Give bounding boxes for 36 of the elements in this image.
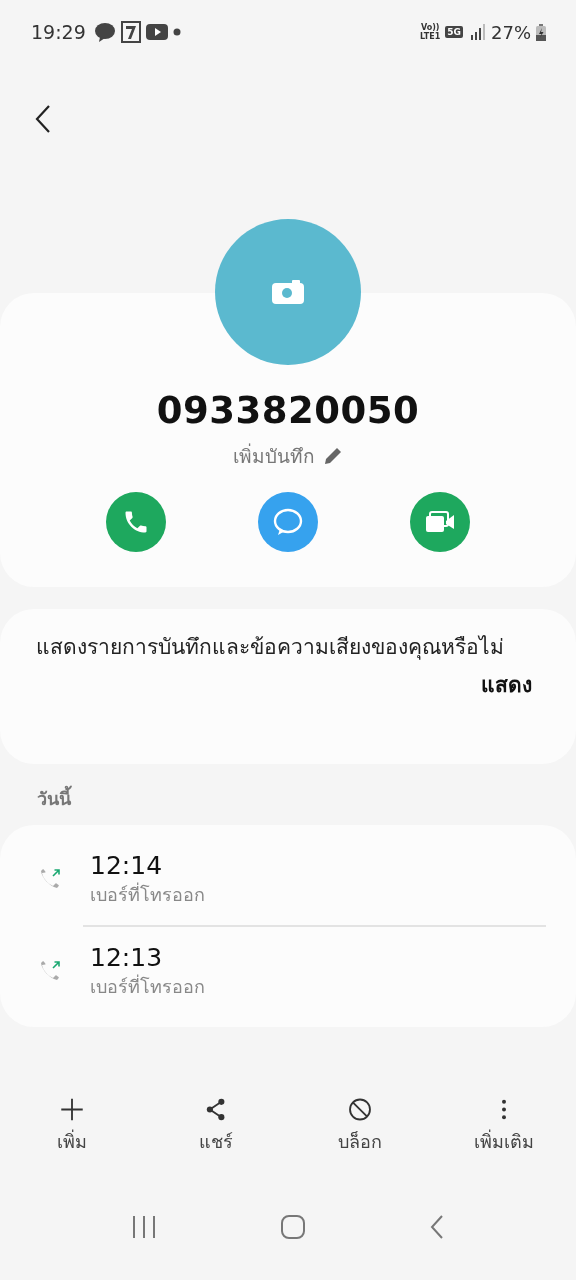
video-button[interactable] [410,492,470,552]
notification-dot-icon [172,28,181,36]
status-time: 19:29 [31,21,86,43]
network-label: 5G [445,26,463,38]
pencil-icon [323,446,343,466]
call-time: 12:14 [90,851,164,880]
phone-number: 0933820050 [156,389,420,432]
call-type-label: เบอร์ที่โทรออก [90,973,205,999]
call-button[interactable] [106,492,166,552]
section-header: วันนี้ [0,764,576,825]
block-button[interactable]: บล็อก [305,1097,415,1157]
video-camera-icon [424,509,456,535]
battery-charging-icon [536,23,546,41]
store-logo-icon [120,21,141,43]
call-time: 12:13 [90,943,164,972]
volte-label: Vo)) [420,23,440,32]
back-icon[interactable] [428,1214,445,1240]
more-icon [500,1098,508,1121]
lte-label: LTE1 [420,32,441,41]
chat-bubble-icon [93,22,116,42]
add-button[interactable]: เพิ่ม [17,1097,127,1157]
message-button[interactable] [258,492,318,552]
more-button[interactable]: เพิ่มเติม [449,1097,559,1157]
recent-apps-icon[interactable] [131,1215,158,1239]
home-icon[interactable] [280,1214,306,1240]
camera-icon [272,280,304,304]
battery-percent: 27% [491,21,531,43]
prompt-text: แสดงรายการบันทึกและข้อความเสียงของคุณหรือไม่ [36,634,505,662]
signal-icon [470,24,486,40]
add-note-button[interactable]: เพิ่มบันทึก [227,440,349,472]
show-button[interactable]: แสดง [475,667,538,702]
call-type-label: เบอร์ที่โทรออก [90,881,205,907]
share-button[interactable]: แชร์ [161,1097,271,1157]
video-play-icon [145,24,168,40]
back-icon [34,104,52,134]
chat-bubble-icon [273,508,303,536]
